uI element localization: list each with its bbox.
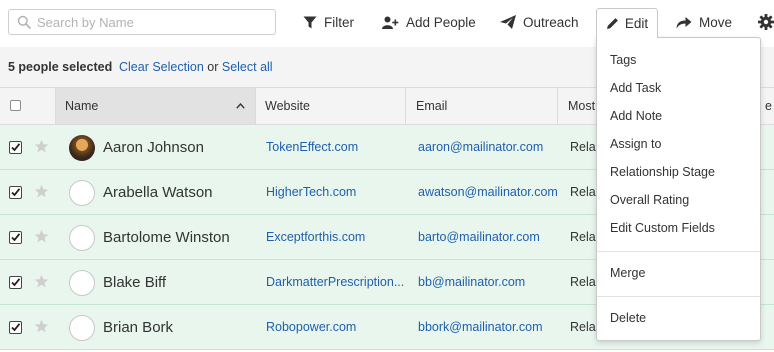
person-name[interactable]: Arabella Watson [103, 170, 213, 215]
email-link[interactable]: bb@mailinator.com [418, 260, 525, 305]
column-most-label: Most [568, 99, 596, 113]
move-label: Move [699, 14, 733, 30]
add-people-button[interactable]: Add People [382, 9, 476, 35]
person-name[interactable]: Brian Bork [103, 305, 173, 350]
checkmark-icon [11, 233, 21, 242]
menu-item-add-note[interactable]: Add Note [610, 102, 662, 130]
person-name[interactable]: Bartolome Winston [103, 215, 230, 260]
email-link[interactable]: awatson@mailinator.com [418, 170, 558, 215]
email-link[interactable]: bbork@mailinator.com [418, 305, 543, 350]
or-text: or [207, 60, 219, 74]
outreach-label: Outreach [523, 14, 579, 30]
menu-item-delete[interactable]: Delete [610, 304, 646, 332]
edit-dropdown-menu: Tags Add Task Add Note Assign to Relatio… [596, 37, 761, 341]
edit-button[interactable]: Edit [596, 8, 658, 38]
website-link[interactable]: DarkmatterPrescription... [266, 260, 406, 305]
star-icon[interactable] [34, 229, 49, 244]
website-link[interactable]: HigherTech.com [266, 170, 406, 215]
filter-label: Filter [324, 14, 354, 30]
column-overflow-label: e [765, 99, 772, 113]
header-select-cell [0, 88, 55, 124]
sort-up-icon [236, 103, 245, 109]
menu-item-merge[interactable]: Merge [610, 259, 645, 287]
search-box[interactable] [8, 9, 276, 35]
column-website-label: Website [265, 99, 310, 113]
filter-icon [303, 16, 317, 28]
menu-item-overall-rating[interactable]: Overall Rating [610, 186, 689, 214]
checkmark-icon [11, 278, 21, 287]
outreach-button[interactable]: Outreach [500, 9, 579, 35]
checkmark-icon [11, 323, 21, 332]
menu-divider [597, 251, 760, 252]
pencil-icon [606, 18, 618, 29]
settings-button[interactable] [758, 9, 774, 35]
search-icon [17, 15, 31, 29]
checkmark-icon [11, 143, 21, 152]
avatar [69, 225, 95, 251]
avatar [69, 270, 95, 296]
column-email-label: Email [416, 99, 448, 113]
star-icon[interactable] [34, 274, 49, 289]
row-checkbox[interactable] [9, 141, 22, 154]
website-link[interactable]: Robopower.com [266, 305, 406, 350]
row-checkbox[interactable] [9, 321, 22, 334]
avatar [69, 135, 95, 161]
star-icon[interactable] [34, 319, 49, 334]
menu-item-relationship-stage[interactable]: Relationship Stage [610, 158, 715, 186]
clear-selection-link[interactable]: Clear Selection [119, 60, 204, 74]
menu-item-add-task[interactable]: Add Task [610, 74, 661, 102]
search-input[interactable] [37, 12, 267, 32]
paper-plane-icon [500, 15, 516, 29]
email-link[interactable]: aaron@mailinator.com [418, 125, 543, 170]
share-arrow-icon [676, 16, 692, 28]
edit-label: Edit [624, 16, 649, 31]
add-people-label: Add People [406, 14, 476, 30]
website-link[interactable]: Exceptforthis.com [266, 215, 406, 260]
menu-item-edit-custom-fields[interactable]: Edit Custom Fields [610, 214, 715, 242]
person-name[interactable]: Blake Biff [103, 260, 166, 305]
checkmark-icon [11, 188, 21, 197]
row-checkbox[interactable] [9, 186, 22, 199]
column-name-label: Name [65, 99, 99, 113]
filter-button[interactable]: Filter [303, 9, 354, 35]
menu-item-tags[interactable]: Tags [610, 46, 636, 74]
select-all-checkbox[interactable] [10, 100, 21, 111]
selection-count: 5 people selected [8, 60, 113, 74]
select-all-link[interactable]: Select all [222, 60, 273, 74]
gear-icon [758, 14, 774, 30]
email-link[interactable]: barto@mailinator.com [418, 215, 540, 260]
row-checkbox[interactable] [9, 276, 22, 289]
add-person-icon [382, 16, 399, 29]
row-checkbox[interactable] [9, 231, 22, 244]
menu-item-assign-to[interactable]: Assign to [610, 130, 661, 158]
menu-divider [597, 296, 760, 297]
star-icon[interactable] [34, 139, 49, 154]
move-button[interactable]: Move [676, 9, 732, 35]
avatar [69, 180, 95, 206]
column-header-name[interactable]: Name [55, 88, 255, 124]
avatar [69, 315, 95, 341]
website-link[interactable]: TokenEffect.com [266, 125, 406, 170]
star-icon[interactable] [34, 184, 49, 199]
column-header-website[interactable]: Website [255, 88, 405, 124]
column-header-email[interactable]: Email [405, 88, 557, 124]
person-name[interactable]: Aaron Johnson [103, 125, 204, 170]
